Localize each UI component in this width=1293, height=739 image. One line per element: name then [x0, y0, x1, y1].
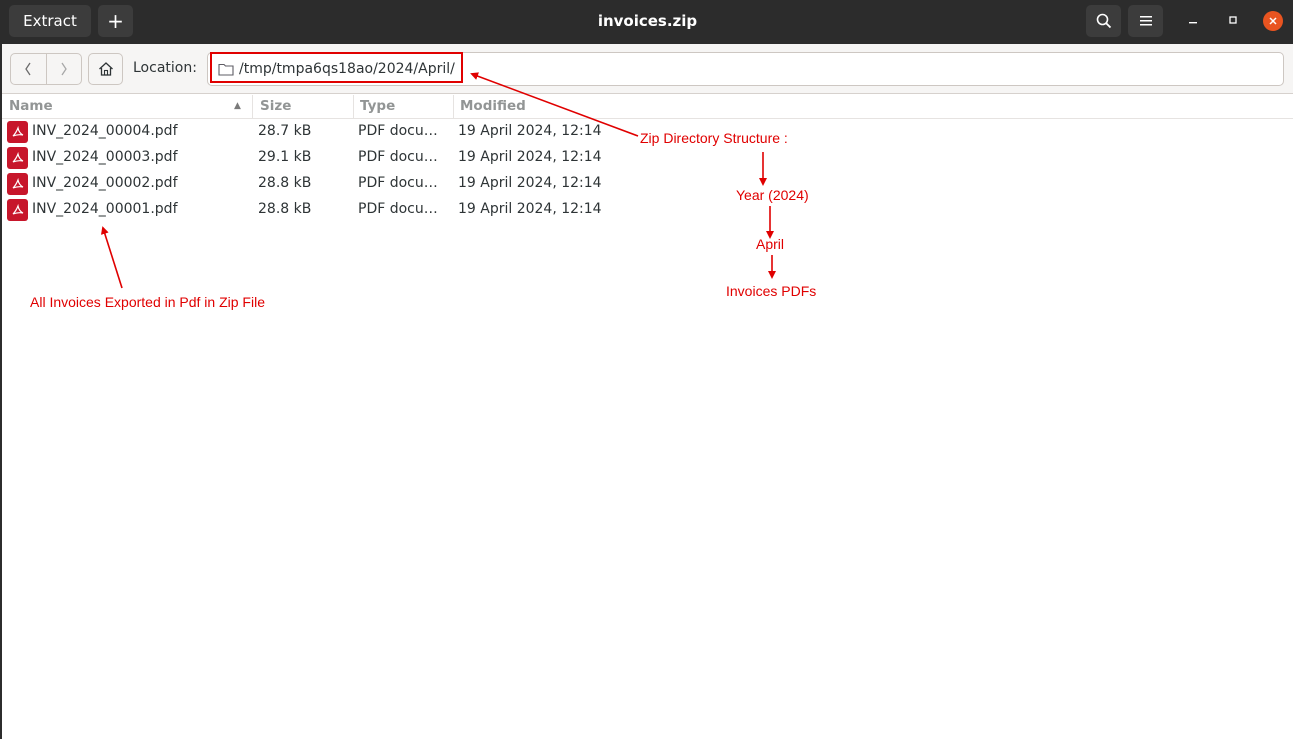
file-size: 28.8 kB — [258, 201, 312, 217]
column-header-type-label: Type — [360, 98, 396, 114]
arrow-to-files — [100, 226, 123, 289]
annotation-month: April — [756, 236, 785, 252]
file-type: PDF document — [358, 123, 450, 139]
column-header-size-label: Size — [260, 98, 292, 114]
archive-manager-window: Extract + invoices.zip Location: /tmp/tm… — [0, 0, 1293, 739]
close-icon — [1269, 17, 1277, 25]
search-button[interactable] — [1086, 5, 1121, 37]
file-modified: 19 April 2024, 12:14 — [458, 149, 602, 165]
file-type: PDF document — [358, 201, 450, 217]
file-size: 28.7 kB — [258, 123, 312, 139]
file-size: 28.8 kB — [258, 175, 312, 191]
forward-button[interactable] — [45, 54, 81, 84]
column-header-modified[interactable]: Modified — [454, 95, 1293, 119]
location-label: Location: — [133, 60, 197, 76]
close-button[interactable] — [1263, 11, 1283, 31]
column-header-name[interactable]: Name ▲ — [2, 95, 253, 119]
minimize-icon — [1189, 22, 1197, 24]
hamburger-menu-icon — [1139, 16, 1152, 26]
extract-button[interactable]: Extract — [9, 5, 91, 37]
location-field[interactable]: /tmp/tmpa6qs18ao/2024/April/ — [207, 52, 1284, 86]
file-name: INV_2024_00002.pdf — [32, 175, 178, 191]
minimize-button[interactable] — [1183, 11, 1203, 31]
column-header-name-label: Name — [9, 98, 53, 114]
location-toolbar: Location: /tmp/tmpa6qs18ao/2024/April/ — [2, 44, 1293, 94]
annotation-year: Year (2024) — [736, 187, 809, 203]
file-modified: 19 April 2024, 12:14 — [458, 175, 602, 191]
file-modified: 19 April 2024, 12:14 — [458, 123, 602, 139]
chevron-right-icon — [61, 62, 67, 76]
annotation-structure-title: Zip Directory Structure : — [640, 130, 788, 146]
search-icon — [1096, 13, 1111, 29]
sort-ascending-icon: ▲ — [234, 101, 241, 111]
file-size: 29.1 kB — [258, 149, 312, 165]
file-name: INV_2024_00001.pdf — [32, 201, 178, 217]
chevron-left-icon — [25, 62, 32, 76]
file-row[interactable]: INV_2024_00003.pdf 29.1 kB PDF document … — [2, 145, 1293, 171]
maximize-icon — [1229, 16, 1237, 24]
pdf-file-icon — [7, 199, 28, 221]
maximize-button[interactable] — [1223, 11, 1243, 31]
file-type: PDF document — [358, 149, 450, 165]
annotation-export-note: All Invoices Exported in Pdf in Zip File — [30, 294, 265, 310]
file-row[interactable]: INV_2024_00001.pdf 28.8 kB PDF document … — [2, 197, 1293, 223]
pdf-file-icon — [7, 147, 28, 169]
home-button[interactable] — [88, 53, 123, 85]
navigation-buttons — [10, 53, 82, 85]
add-files-button[interactable]: + — [98, 5, 133, 37]
annotation-pdfs: Invoices PDFs — [726, 283, 817, 299]
pdf-file-icon — [7, 173, 28, 195]
main-menu-button[interactable] — [1128, 5, 1163, 37]
column-header-type[interactable]: Type — [354, 95, 454, 119]
header-bar: Extract + invoices.zip — [2, 0, 1293, 44]
file-row[interactable]: INV_2024_00002.pdf 28.8 kB PDF document … — [2, 171, 1293, 197]
file-name: INV_2024_00004.pdf — [32, 123, 178, 139]
home-icon — [98, 62, 113, 76]
file-modified: 19 April 2024, 12:14 — [458, 201, 602, 217]
file-type: PDF document — [358, 175, 450, 191]
folder-icon — [218, 63, 234, 76]
back-button[interactable] — [11, 54, 46, 84]
location-path: /tmp/tmpa6qs18ao/2024/April/ — [239, 61, 455, 77]
column-header-modified-label: Modified — [460, 98, 526, 114]
file-name: INV_2024_00003.pdf — [32, 149, 178, 165]
pdf-file-icon — [7, 121, 28, 143]
column-header-size[interactable]: Size — [253, 95, 354, 119]
